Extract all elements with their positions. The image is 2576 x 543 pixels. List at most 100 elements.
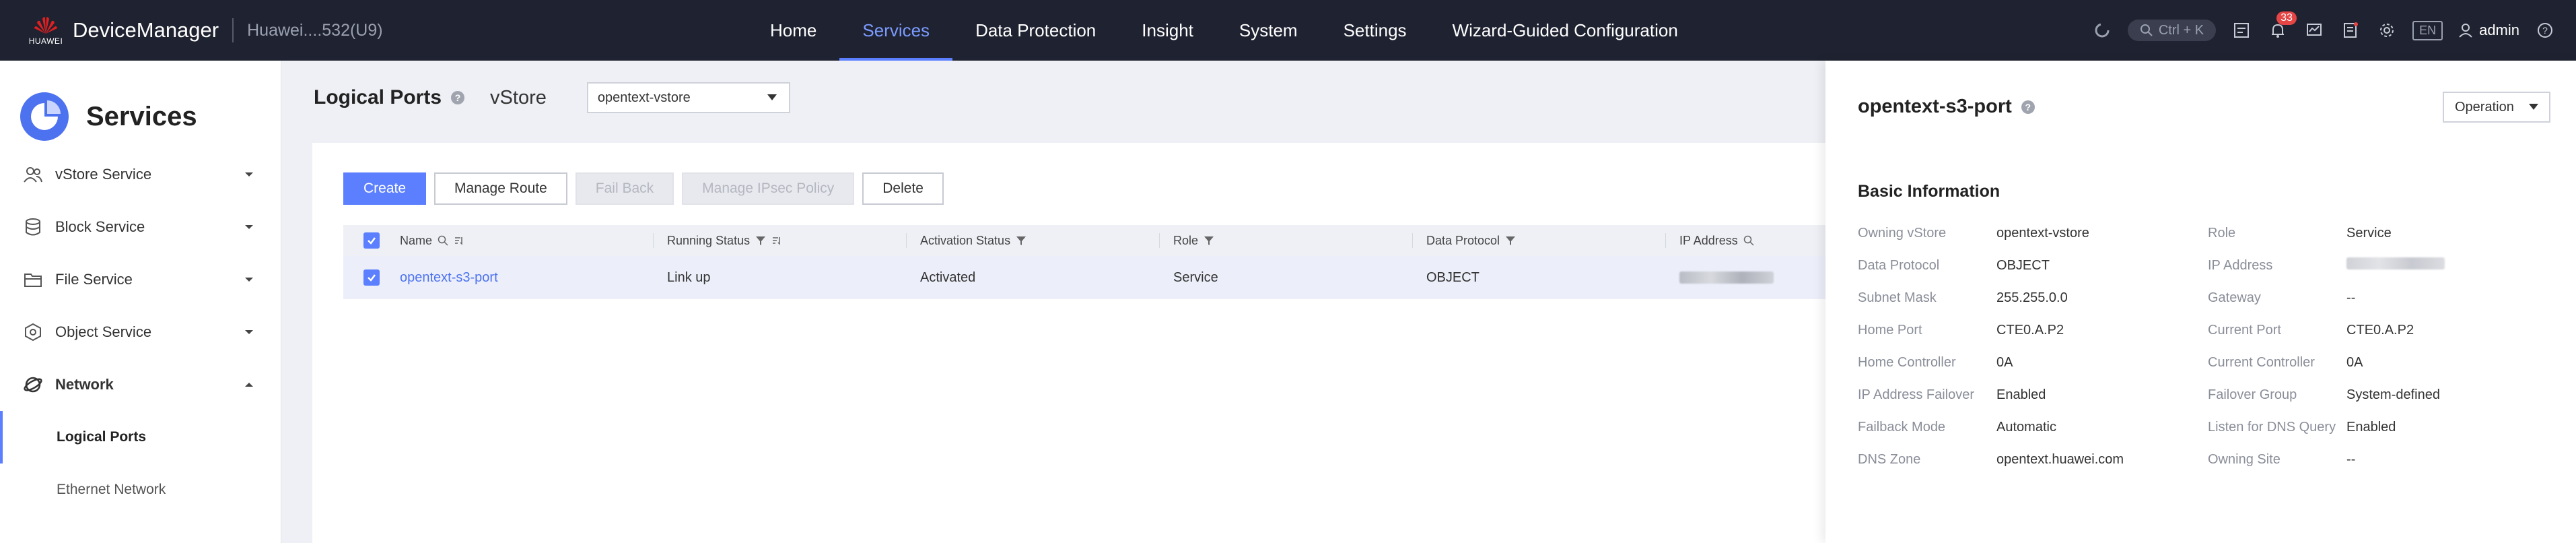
info-value: opentext-vstore (1996, 225, 2089, 241)
loading-icon[interactable] (2091, 20, 2113, 41)
notes-icon[interactable] (2340, 20, 2361, 41)
sidebar-subitem-logical-ports[interactable]: Logical Ports (0, 411, 281, 464)
cell-activation-status: Activated (920, 269, 976, 285)
main-nav: Home Services Data Protection Insight Sy… (747, 0, 1701, 61)
sidebar-item-block-service[interactable]: Block Service (0, 201, 281, 253)
filter-icon[interactable] (1505, 235, 1516, 246)
device-name[interactable]: Huawei....532(U9) (247, 21, 382, 40)
table-row[interactable]: opentext-s3-port Link up Activated Servi… (343, 256, 1825, 299)
sort-icon[interactable] (771, 235, 782, 246)
network-icon (24, 377, 42, 393)
chevron-down-icon (2529, 104, 2538, 110)
logical-ports-panel: Create Manage Route Fail Back Manage IPs… (312, 143, 1825, 543)
info-row: Home Port CTE0.A.P2 Current Port CTE0.A.… (1858, 314, 2558, 346)
filter-icon[interactable] (755, 235, 766, 246)
logical-ports-table: Name Running Status Activation Status Ro… (343, 225, 1825, 299)
column-divider (653, 233, 654, 248)
info-row: Data Protocol OBJECT IP Address (1858, 249, 2558, 282)
port-name-link[interactable]: opentext-s3-port (400, 270, 498, 286)
nav-services[interactable]: Services (839, 0, 952, 61)
info-value: -- (2346, 290, 2356, 305)
search-shortcut: Ctrl + K (2158, 22, 2204, 38)
info-value (2346, 257, 2558, 274)
column-divider (906, 233, 907, 248)
select-all-checkbox[interactable] (343, 232, 400, 249)
sidebar-subitem-ethernet-network[interactable]: Ethernet Network (0, 464, 281, 516)
section-title: Basic Information (1858, 182, 2000, 201)
cell-running-status: Link up (667, 269, 711, 285)
sidebar-item-file-service[interactable]: File Service (0, 253, 281, 306)
monitor-icon[interactable] (2303, 20, 2325, 41)
bell-icon[interactable]: 33 (2267, 11, 2297, 41)
operation-label: Operation (2455, 99, 2514, 115)
fail-back-button[interactable]: Fail Back (575, 172, 674, 205)
users-icon (24, 167, 42, 183)
sidebar-item-object-service[interactable]: Object Service (0, 306, 281, 358)
vstore-select-value: opentext-vstore (597, 90, 691, 105)
nav-settings[interactable]: Settings (1321, 0, 1430, 61)
caret-up-icon (245, 383, 253, 387)
search-icon[interactable] (1743, 235, 1754, 246)
language-switch[interactable]: EN (2412, 20, 2443, 40)
main-content: Logical Ports ? vStore opentext-vstore C… (281, 61, 1825, 543)
column-name[interactable]: Name (400, 234, 653, 248)
cell-name[interactable]: opentext-s3-port (400, 270, 653, 286)
create-button[interactable]: Create (343, 172, 427, 205)
column-data-protocol[interactable]: Data Protocol (1412, 233, 1665, 248)
filter-icon[interactable] (1016, 235, 1026, 246)
info-label: Owning Site (2208, 451, 2281, 467)
info-value: Automatic (1996, 419, 2056, 435)
column-label: IP Address (1679, 233, 1738, 247)
global-search[interactable]: Ctrl + K (2127, 20, 2217, 41)
search-icon[interactable] (438, 235, 448, 246)
task-icon[interactable] (2231, 20, 2252, 41)
cell-data-protocol: OBJECT (1426, 269, 1480, 285)
info-value: Enabled (2346, 419, 2396, 435)
nav-data-protection[interactable]: Data Protection (952, 0, 1119, 61)
column-divider (1159, 233, 1160, 248)
info-value: Enabled (1996, 387, 2046, 402)
help-icon[interactable]: ? (2021, 100, 2035, 114)
nav-wizard[interactable]: Wizard-Guided Configuration (1430, 0, 1701, 61)
sidebar-item-label: Object Service (55, 323, 152, 340)
cell-ip-address (1665, 272, 1825, 284)
info-row: IP Address Failover Enabled Failover Gro… (1858, 379, 2558, 411)
alarm-badge: 33 (2276, 11, 2297, 25)
sort-icon[interactable] (454, 235, 464, 246)
column-ip-address[interactable]: IP Address (1665, 233, 1825, 248)
nav-system[interactable]: System (1216, 0, 1321, 61)
manage-ipsec-button[interactable]: Manage IPsec Policy (682, 172, 855, 205)
column-divider (1665, 233, 1666, 248)
sidebar-item-vstore-service[interactable]: vStore Service (0, 148, 281, 201)
sidebar-item-label: Block Service (55, 218, 145, 235)
gear-icon[interactable] (2376, 20, 2398, 41)
manage-route-button[interactable]: Manage Route (434, 172, 567, 205)
help-icon[interactable]: ? (2534, 20, 2556, 41)
detail-title-text: opentext-s3-port (1858, 96, 2012, 117)
delete-button[interactable]: Delete (862, 172, 944, 205)
column-role[interactable]: Role (1159, 233, 1412, 248)
search-icon (2140, 24, 2153, 36)
help-icon[interactable]: ? (451, 91, 465, 104)
user-menu[interactable]: admin (2458, 22, 2519, 39)
info-row: Owning vStore opentext-vstore Role Servi… (1858, 217, 2558, 249)
check-icon (368, 274, 376, 282)
sidebar-item-network[interactable]: Network (0, 358, 281, 411)
nav-home[interactable]: Home (747, 0, 839, 61)
database-icon (26, 218, 40, 236)
caret-down-icon (245, 172, 253, 177)
row-checkbox[interactable] (343, 269, 400, 286)
filter-icon[interactable] (1204, 235, 1214, 246)
nav-insight[interactable]: Insight (1119, 0, 1216, 61)
info-label: Current Port (2208, 322, 2281, 338)
column-label: Name (400, 233, 433, 247)
column-running-status[interactable]: Running Status (653, 233, 906, 248)
sidebar-header: Services (0, 61, 281, 148)
info-row: Failback Mode Automatic Listen for DNS Q… (1858, 411, 2558, 443)
vstore-select[interactable]: opentext-vstore (586, 82, 790, 113)
operation-dropdown[interactable]: Operation (2443, 92, 2550, 123)
column-label: Running Status (667, 233, 751, 247)
info-value: 0A (2346, 354, 2363, 370)
toolbar: Create Manage Route Fail Back Manage IPs… (312, 143, 1825, 205)
column-activation-status[interactable]: Activation Status (906, 233, 1159, 248)
